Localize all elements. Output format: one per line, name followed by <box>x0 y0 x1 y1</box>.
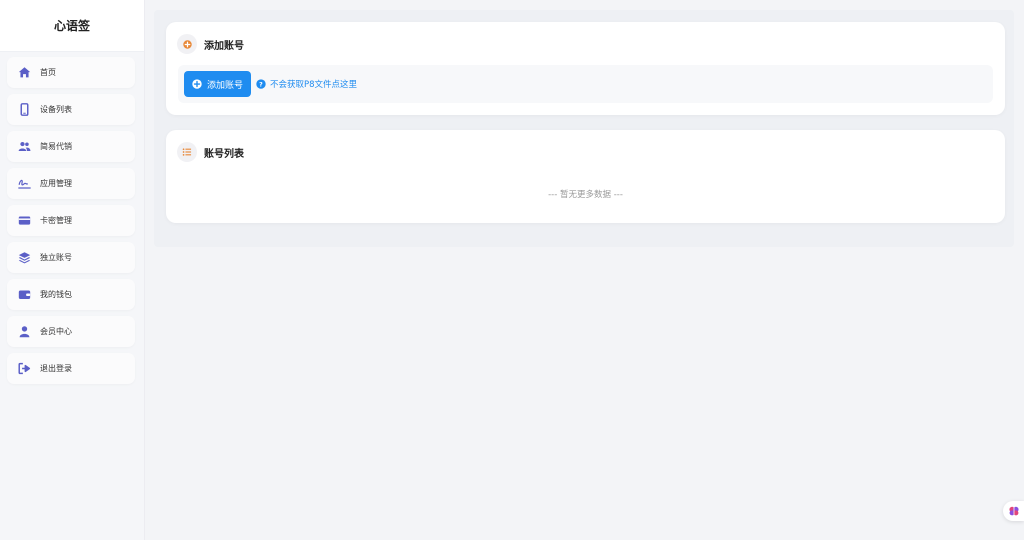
sidebar-item-label: 退出登录 <box>40 364 72 373</box>
main-content: 添加账号 添加账号 ? 不会获取P8文件点这里 账号列表 --- 暂无更多数据 … <box>145 0 1024 540</box>
plus-circle-icon <box>177 34 197 54</box>
card-title: 添加账号 <box>204 40 244 52</box>
sidebar-item-label: 独立账号 <box>40 253 72 262</box>
logout-icon <box>18 362 31 375</box>
sidebar-item-logout[interactable]: 退出登录 <box>7 353 135 384</box>
card-header: 添加账号 <box>166 22 1005 66</box>
app-title: 心语签 <box>0 0 144 52</box>
add-account-button-label: 添加账号 <box>207 80 244 91</box>
card-header: 账号列表 <box>166 130 1005 174</box>
sidebar-item-home[interactable]: 首页 <box>7 57 135 88</box>
home-icon <box>18 66 31 79</box>
card-title: 账号列表 <box>204 148 244 160</box>
empty-state-text: --- 暂无更多数据 --- <box>548 190 623 200</box>
sidebar: 心语签 首页 设备列表 简易代销 应用管理 卡密管理 独立账号 我的钱包 会员中… <box>0 0 145 540</box>
user-icon <box>18 325 31 338</box>
sidebar-item-label: 简易代销 <box>40 142 72 151</box>
sidebar-item-cards[interactable]: 卡密管理 <box>7 205 135 236</box>
wallet-icon <box>18 288 31 301</box>
sidebar-item-label: 卡密管理 <box>40 216 72 225</box>
users-icon <box>18 140 31 153</box>
sidebar-item-accounts[interactable]: 独立账号 <box>7 242 135 273</box>
sidebar-item-member[interactable]: 会员中心 <box>7 316 135 347</box>
app-root: 心语签 首页 设备列表 简易代销 应用管理 卡密管理 独立账号 我的钱包 会员中… <box>0 0 1024 540</box>
sidebar-item-wallet[interactable]: 我的钱包 <box>7 279 135 310</box>
question-circle-icon: ? <box>256 79 266 89</box>
sidebar-item-label: 设备列表 <box>40 105 72 114</box>
add-account-row: 添加账号 ? 不会获取P8文件点这里 <box>178 65 993 103</box>
sidebar-item-resale[interactable]: 简易代销 <box>7 131 135 162</box>
sidebar-item-label: 会员中心 <box>40 327 72 336</box>
signature-icon <box>18 177 31 190</box>
svg-text:?: ? <box>259 82 263 89</box>
layers-icon <box>18 251 31 264</box>
sidebar-item-label: 首页 <box>40 68 56 77</box>
phone-icon <box>18 103 31 116</box>
add-account-button[interactable]: 添加账号 <box>184 71 252 97</box>
account-list-card: 账号列表 --- 暂无更多数据 --- <box>166 130 1005 223</box>
sidebar-item-devices[interactable]: 设备列表 <box>7 94 135 125</box>
p8-help-link[interactable]: ? 不会获取P8文件点这里 <box>256 78 357 90</box>
plus-circle-icon <box>192 79 202 89</box>
list-icon <box>177 142 197 162</box>
p8-help-text: 不会获取P8文件点这里 <box>270 80 358 90</box>
sidebar-item-label: 我的钱包 <box>40 290 72 299</box>
sidebar-item-label: 应用管理 <box>40 179 72 188</box>
sidebar-nav: 首页 设备列表 简易代销 应用管理 卡密管理 独立账号 我的钱包 会员中心 退出… <box>0 52 144 384</box>
credit-card-icon <box>18 214 31 227</box>
add-account-card: 添加账号 添加账号 ? 不会获取P8文件点这里 <box>166 22 1005 115</box>
brain-icon <box>1008 506 1019 516</box>
sidebar-item-apps[interactable]: 应用管理 <box>7 168 135 199</box>
floating-assistant-button[interactable] <box>1003 501 1024 521</box>
